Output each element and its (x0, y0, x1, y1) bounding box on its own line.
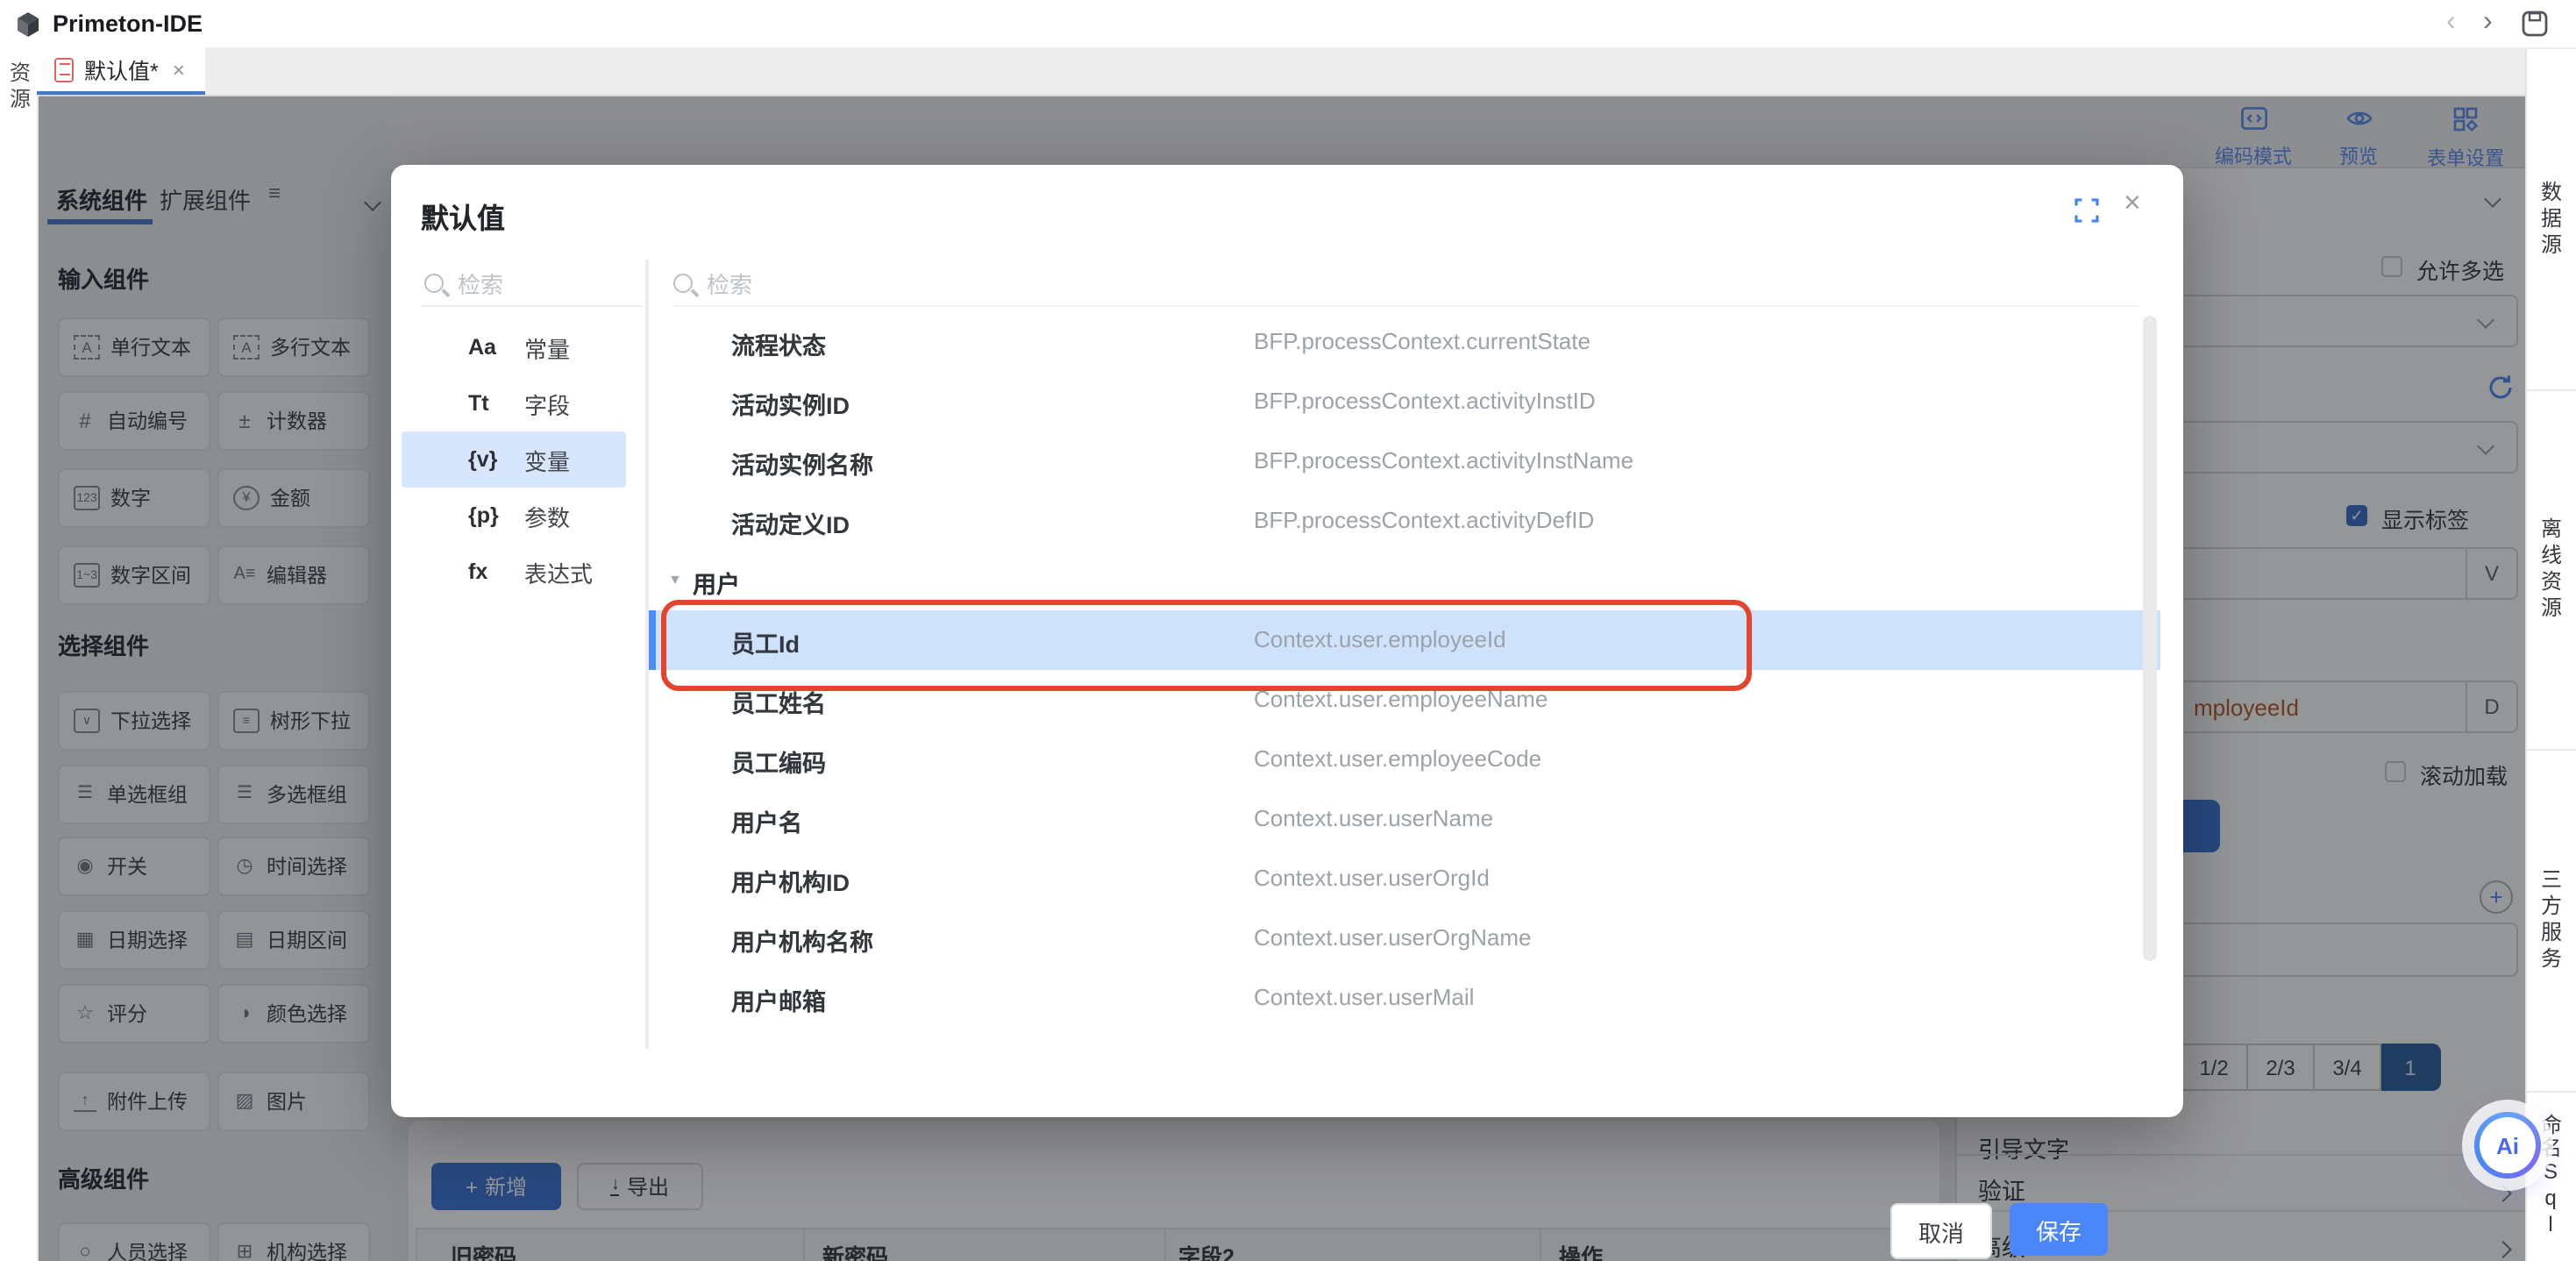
variable-label: 活动实例ID (731, 386, 850, 421)
rail-tab-label: 离线资源 (2537, 517, 2566, 622)
variable-label: 用户机构ID (731, 863, 850, 898)
app-root: 低开表单 默认视图 + 编码模式 预览 表单设置 +新增 ↓导出 旧密码 新密码… (0, 0, 2576, 1261)
variable-value: Context.user.employeeName (1254, 686, 1548, 712)
variable-value: BFP.processContext.activityInstID (1254, 388, 1596, 414)
variable-value: Context.user.employeeCode (1254, 745, 1541, 772)
variable-value: Context.user.employeeId (1254, 626, 1506, 652)
list-scrollbar[interactable] (2143, 316, 2157, 961)
variable-row[interactable]: 流程状态 BFP.processContext.currentState (649, 312, 2160, 372)
rail-tab-named-sql[interactable]: 命名Sql (2527, 1091, 2576, 1261)
variable-row[interactable]: 用户邮箱 Context.user.userMail (649, 968, 2160, 1028)
right-rail: 数据源 离线资源 三方服务 命名Sql (2525, 49, 2576, 1261)
ai-assistant-button[interactable]: Ai (2474, 1112, 2541, 1179)
variable-label: 员工Id (731, 624, 800, 659)
variable-row[interactable]: 用户机构ID Context.user.userOrgId (649, 849, 2160, 908)
category-prefix: {p} (468, 503, 507, 528)
category-prefix: fx (468, 559, 507, 584)
group-label: 用户 (693, 565, 740, 600)
document-tab-active[interactable]: 默认值* × (37, 47, 205, 91)
variable-label: 员工姓名 (731, 684, 826, 719)
rail-tab-label: 三方服务 (2537, 867, 2566, 972)
document-tab-label: 默认值* (84, 53, 159, 86)
active-tab-indicator (37, 90, 205, 95)
close-icon[interactable]: × (2124, 186, 2141, 221)
rail-tab-label: 数据源 (2537, 180, 2566, 259)
category-label: 表达式 (524, 555, 593, 588)
search-placeholder: 检索 (458, 267, 503, 300)
variable-label: 员工编码 (731, 744, 826, 779)
variable-group-user[interactable]: ▼ 用户 (649, 551, 2160, 610)
category-label: 常量 (524, 331, 570, 364)
default-value-modal: 默认值 × 检索 Aa常量 Tt字段 {v}变量 {p}参数 fx表达式 检索 … (391, 165, 2183, 1117)
search-placeholder: 检索 (707, 267, 752, 300)
category-prefix: Tt (468, 391, 507, 416)
title-bar: Primeton-IDE ‹ › (0, 0, 2576, 49)
category-field[interactable]: Tt 字段 (402, 375, 626, 431)
variable-value: Context.user.userMail (1254, 984, 1474, 1010)
modal-title: 默认值 (421, 195, 505, 237)
variable-value: BFP.processContext.currentState (1254, 328, 1590, 354)
search-icon (424, 274, 444, 293)
selected-row-accent-bar (649, 610, 656, 670)
app-title: Primeton-IDE (53, 11, 203, 37)
category-search-input[interactable]: 检索 (424, 267, 503, 300)
variable-value: Context.user.userOrgId (1254, 865, 1490, 891)
variable-value: Context.user.userName (1254, 805, 1493, 831)
fullscreen-icon[interactable] (2074, 198, 2099, 232)
variable-label: 用户名 (731, 803, 802, 838)
category-prefix: Aa (468, 335, 507, 360)
variable-label: 活动定义ID (731, 505, 850, 540)
rail-tab-data-source[interactable]: 数据源 (2527, 49, 2576, 389)
variable-row[interactable]: 员工姓名 Context.user.employeeName (649, 670, 2160, 730)
rail-tab-resources[interactable]: 资源 (5, 61, 35, 114)
category-parameter[interactable]: {p} 参数 (402, 488, 626, 544)
variable-row[interactable]: 活动实例名称 BFP.processContext.activityInstNam… (649, 431, 2160, 491)
variable-row[interactable]: 用户名 Context.user.userName (649, 789, 2160, 849)
variable-value: BFP.processContext.activityInstName (1254, 447, 1633, 474)
rail-tab-label: 命名Sql (2537, 1114, 2566, 1238)
category-label: 参数 (524, 499, 570, 532)
variable-row[interactable]: 员工编码 Context.user.employeeCode (649, 730, 2160, 789)
ai-label: Ai (2496, 1132, 2519, 1158)
category-variable-selected[interactable]: {v} 变量 (402, 431, 626, 488)
variable-label: 用户机构名称 (731, 923, 873, 958)
category-constant[interactable]: Aa 常量 (402, 319, 626, 375)
variable-row-selected[interactable]: 员工Id Context.user.employeeId (649, 610, 2160, 670)
search-underline (421, 305, 642, 307)
category-expression[interactable]: fx 表达式 (402, 544, 626, 600)
search-icon (673, 274, 693, 293)
save-button[interactable]: 保存 (2010, 1203, 2108, 1256)
nav-back-icon[interactable]: ‹ (2446, 9, 2456, 37)
rail-tab-offline-resources[interactable]: 离线资源 (2527, 389, 2576, 749)
save-icon[interactable] (2522, 11, 2548, 46)
document-tab-strip (0, 47, 2576, 96)
variable-row[interactable]: 活动定义ID BFP.processContext.activityDefID (649, 491, 2160, 551)
variable-row[interactable]: 活动实例ID BFP.processContext.activityInstID (649, 372, 2160, 431)
variable-value: BFP.processContext.activityDefID (1254, 507, 1594, 533)
variable-search-input[interactable]: 检索 (673, 267, 752, 300)
close-tab-icon[interactable]: × (173, 57, 185, 82)
triangle-down-icon: ▼ (668, 572, 682, 588)
variable-label: 流程状态 (731, 326, 826, 361)
rail-tab-third-party-services[interactable]: 三方服务 (2527, 749, 2576, 1091)
document-icon (54, 57, 74, 82)
variable-row[interactable]: 用户机构名称 Context.user.userOrgName (649, 908, 2160, 968)
category-prefix: {v} (468, 447, 507, 472)
variable-label: 用户邮箱 (731, 982, 826, 1017)
cancel-button[interactable]: 取消 (1890, 1203, 1992, 1259)
variable-value: Context.user.userOrgName (1254, 924, 1531, 951)
app-logo-icon (14, 10, 42, 38)
category-label: 变量 (524, 443, 570, 476)
search-underline (673, 305, 2139, 307)
left-rail: 资源 (0, 47, 39, 1261)
category-label: 字段 (524, 387, 570, 420)
variable-label: 活动实例名称 (731, 445, 873, 481)
nav-forward-icon[interactable]: › (2483, 9, 2493, 37)
